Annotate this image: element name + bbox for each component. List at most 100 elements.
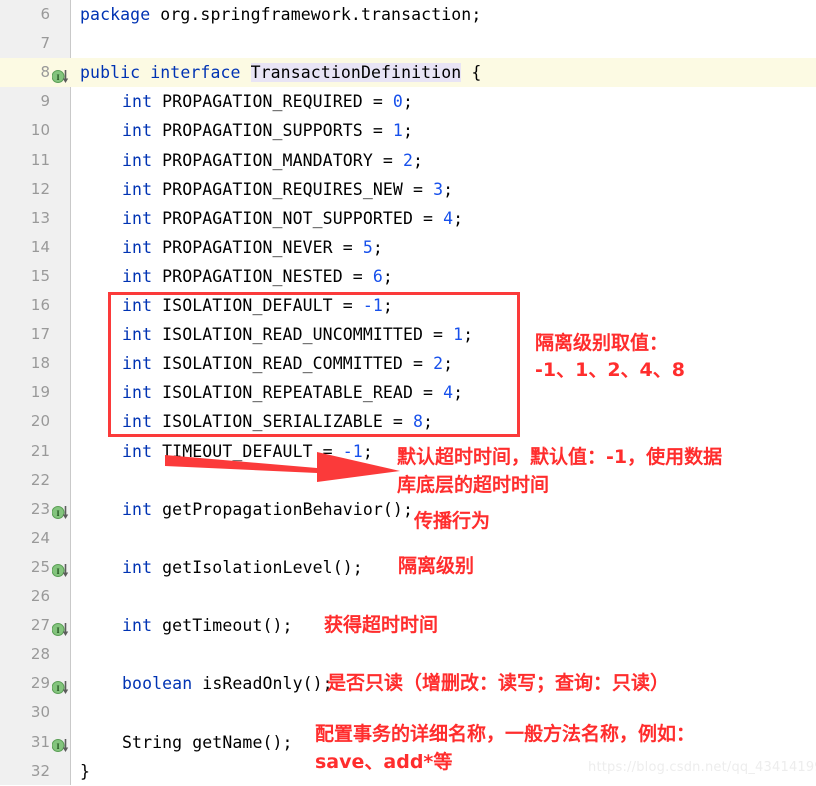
annotation-get-timeout: 获得超时时间 <box>324 612 438 639</box>
line-number-18[interactable]: 18 <box>0 349 50 378</box>
code-text: int PROPAGATION_REQUIRED = 0; <box>122 87 413 116</box>
code-line-16[interactable]: 16 int ISOLATION_DEFAULT = -1; <box>0 291 816 320</box>
code-text: } <box>80 757 90 786</box>
code-line-28[interactable]: 28 <box>0 640 816 669</box>
line-number-32[interactable]: 32 <box>0 757 50 786</box>
code-token: ; <box>382 296 393 315</box>
code-text: int PROPAGATION_NOT_SUPPORTED = 4; <box>122 204 463 233</box>
code-text: int ISOLATION_DEFAULT = -1; <box>122 291 393 320</box>
line-number-9[interactable]: 9 <box>0 87 50 116</box>
svg-text:I: I <box>56 567 59 576</box>
code-text: public interface TransactionDefinition { <box>80 58 481 87</box>
code-token: isReadOnly(); <box>202 674 333 694</box>
svg-text:I: I <box>56 626 59 635</box>
implemented-interface-marker-icon[interactable]: I <box>51 618 70 636</box>
line-number-30[interactable]: 30 <box>0 698 50 727</box>
code-token: int <box>122 441 163 461</box>
code-line-13[interactable]: 13 int PROPAGATION_NOT_SUPPORTED = 4; <box>0 204 816 233</box>
svg-text:I: I <box>56 742 59 751</box>
code-text: int getPropagationBehavior(); <box>122 495 413 524</box>
line-number-12[interactable]: 12 <box>0 175 50 204</box>
code-text: boolean isReadOnly(); <box>122 669 333 698</box>
annotation-is-read-only: 是否只读（增删改：读写；查询：只读） <box>327 670 669 697</box>
code-line-8[interactable]: 8 Ipublic interface TransactionDefinition… <box>0 58 816 88</box>
annotation-timeout-default: 默认超时时间，默认值：-1，使用数据 库底层的超时时间 <box>397 443 722 499</box>
code-line-9[interactable]: 9 int PROPAGATION_REQUIRED = 0; <box>0 87 816 116</box>
code-line-11[interactable]: 11 int PROPAGATION_MANDATORY = 2; <box>0 146 816 175</box>
code-line-26[interactable]: 26 <box>0 582 816 611</box>
line-number-24[interactable]: 24 <box>0 524 50 553</box>
line-number-21[interactable]: 21 <box>0 437 50 466</box>
code-token: int <box>122 412 163 432</box>
code-line-7[interactable]: 7 <box>0 29 816 58</box>
line-number-10[interactable]: 10 <box>0 116 50 145</box>
code-token: int <box>122 179 163 199</box>
line-number-11[interactable]: 11 <box>0 146 50 175</box>
code-text: int PROPAGATION_NESTED = 6; <box>122 262 393 291</box>
line-number-6[interactable]: 6 <box>0 0 50 29</box>
code-token: int <box>122 383 163 403</box>
code-token: 0 <box>392 92 403 112</box>
code-token: ISOLATION_READ_UNCOMMITTED = <box>162 325 454 345</box>
code-line-12[interactable]: 12 int PROPAGATION_REQUIRES_NEW = 3; <box>0 175 816 204</box>
code-token: getPropagationBehavior(); <box>162 499 413 519</box>
code-token: int <box>122 121 163 141</box>
code-line-20[interactable]: 20 int ISOLATION_SERIALIZABLE = 8; <box>0 407 816 436</box>
line-number-8[interactable]: 8 <box>0 58 50 87</box>
line-number-13[interactable]: 13 <box>0 204 50 233</box>
line-number-19[interactable]: 19 <box>0 378 50 407</box>
line-number-16[interactable]: 16 <box>0 291 50 320</box>
implemented-interface-marker-icon[interactable]: I <box>51 65 70 83</box>
code-token: int <box>122 499 163 519</box>
code-token: ; <box>402 92 414 112</box>
code-token: ISOLATION_READ_COMMITTED = <box>162 354 434 374</box>
annotation-isolation-values: 隔离级别取值： -1、1、2、4、8 <box>535 330 685 384</box>
line-number-7[interactable]: 7 <box>0 29 50 58</box>
implemented-interface-marker-icon[interactable]: I <box>51 501 70 520</box>
code-text: int ISOLATION_READ_COMMITTED = 2; <box>122 349 453 378</box>
code-token: PROPAGATION_NOT_SUPPORTED = <box>162 208 444 228</box>
code-line-17[interactable]: 17 int ISOLATION_READ_UNCOMMITTED = 1; <box>0 320 816 349</box>
annotation-line: 默认超时时间，默认值：-1，使用数据 <box>397 446 723 468</box>
implemented-interface-marker-icon[interactable]: I <box>51 559 70 578</box>
code-token: ; <box>443 179 454 199</box>
line-number-20[interactable]: 20 <box>0 407 50 436</box>
line-number-14[interactable]: 14 <box>0 233 50 262</box>
annotation-line: -1、1、2、4、8 <box>535 359 685 381</box>
code-line-6[interactable]: 6 package org.springframework.transaction… <box>0 0 816 29</box>
code-line-18[interactable]: 18 int ISOLATION_READ_COMMITTED = 2; <box>0 349 816 378</box>
line-number-28[interactable]: 28 <box>0 640 50 669</box>
code-line-10[interactable]: 10 int PROPAGATION_SUPPORTS = 1; <box>0 116 816 145</box>
line-number-17[interactable]: 17 <box>0 320 50 349</box>
code-token: ISOLATION_REPEATABLE_READ = <box>162 383 444 403</box>
code-text: int TIMEOUT_DEFAULT = -1; <box>122 437 373 466</box>
line-number-22[interactable]: 22 <box>0 466 50 495</box>
line-number-15[interactable]: 15 <box>0 262 50 291</box>
code-token: ; <box>443 354 454 374</box>
line-number-29[interactable]: 29 <box>0 669 50 698</box>
code-token: 2 <box>402 150 413 170</box>
line-number-27[interactable]: 27 <box>0 611 50 640</box>
code-line-23[interactable]: 23 Iint getPropagationBehavior(); <box>0 495 816 524</box>
line-number-25[interactable]: 25 <box>0 553 50 582</box>
code-token: ; <box>453 208 464 228</box>
code-token: ; <box>402 121 414 141</box>
annotation-line: 获得超时时间 <box>324 614 439 636</box>
code-line-14[interactable]: 14 int PROPAGATION_NEVER = 5; <box>0 233 816 262</box>
code-token: } <box>80 761 91 781</box>
implemented-interface-marker-icon[interactable]: I <box>51 676 70 694</box>
svg-text:I: I <box>56 73 59 82</box>
code-line-24[interactable]: 24 <box>0 524 816 553</box>
implemented-interface-marker-icon[interactable]: I <box>51 734 70 753</box>
code-text: int getIsolationLevel(); <box>122 553 363 582</box>
code-token: int <box>122 616 163 636</box>
code-token: int <box>122 354 163 374</box>
code-token: 4 <box>443 383 454 403</box>
code-line-15[interactable]: 15 int PROPAGATION_NESTED = 6; <box>0 262 816 291</box>
line-number-23[interactable]: 23 <box>0 495 50 524</box>
line-number-31[interactable]: 31 <box>0 728 50 757</box>
code-token: PROPAGATION_REQUIRED = <box>162 92 393 112</box>
line-number-26[interactable]: 26 <box>0 582 50 611</box>
code-token: int <box>122 237 163 257</box>
code-line-19[interactable]: 19 int ISOLATION_REPEATABLE_READ = 4; <box>0 378 816 407</box>
